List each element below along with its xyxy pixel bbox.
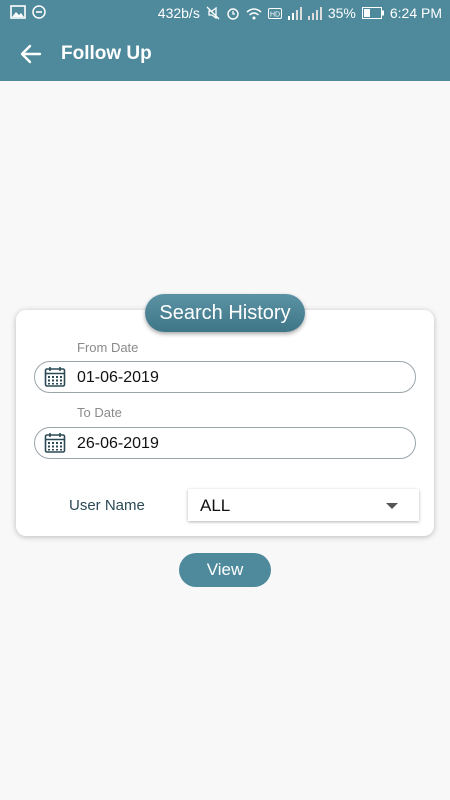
hd-icon: HD [267, 7, 282, 19]
network-speed: 432b/s [157, 5, 200, 21]
from-date-value: 01-06-2019 [77, 369, 159, 386]
status-bar: 432b/s HD 35% 6:24 PM [0, 0, 450, 27]
from-date-label: From Date [77, 340, 139, 355]
signal-icon [287, 6, 302, 20]
user-name-dropdown[interactable]: ALL [188, 489, 419, 521]
minus-circle-icon [32, 5, 46, 19]
search-history-title: Search History [145, 294, 305, 332]
battery-icon [361, 7, 384, 19]
page-title: Follow Up [61, 43, 152, 64]
view-button[interactable]: View [179, 553, 271, 587]
arrow-left-icon[interactable] [18, 41, 44, 67]
alarm-icon [227, 8, 239, 20]
app-bar: Follow Up [0, 27, 450, 81]
calendar-icon [44, 367, 66, 387]
clock: 6:24 PM [389, 5, 442, 21]
calendar-icon [44, 433, 66, 453]
user-name-label: User Name [69, 497, 145, 514]
mute-icon [206, 6, 220, 20]
signal-icon [307, 6, 322, 20]
wifi-icon [246, 7, 262, 19]
svg-text:HD: HD [270, 11, 280, 18]
to-date-value: 26-06-2019 [77, 435, 159, 452]
to-date-field[interactable]: 26-06-2019 [34, 427, 416, 459]
dropdown-caret-icon [386, 503, 398, 509]
to-date-label: To Date [77, 405, 122, 420]
battery-percent: 35% [327, 5, 356, 21]
image-icon [10, 5, 26, 19]
from-date-field[interactable]: 01-06-2019 [34, 361, 416, 393]
user-name-selected: ALL [200, 496, 231, 515]
